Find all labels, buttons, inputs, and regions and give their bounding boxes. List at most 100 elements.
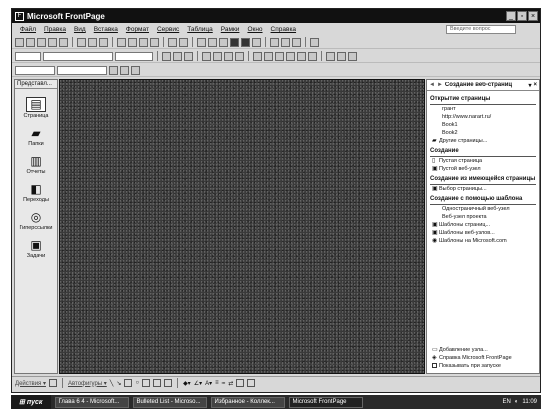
wordart-icon[interactable] xyxy=(153,379,162,387)
bullets-icon[interactable] xyxy=(286,51,295,61)
increase-font-icon[interactable] xyxy=(253,51,262,61)
tables-icon[interactable] xyxy=(120,65,129,75)
view-hyperlinks[interactable]: ◎ Гиперссылки xyxy=(15,211,57,232)
undo-icon[interactable] xyxy=(168,37,177,47)
language-indicator[interactable]: EN xyxy=(502,399,510,405)
frontpage-app-icon[interactable]: F xyxy=(15,11,24,21)
select-objects-icon[interactable] xyxy=(48,379,57,387)
menu-window[interactable]: Окно xyxy=(247,26,262,33)
align-right-icon[interactable] xyxy=(224,51,233,61)
draw-actions-menu[interactable]: Действия ▾ xyxy=(15,380,46,387)
menu-file[interactable]: Файл xyxy=(20,26,36,33)
line-tool-icon[interactable]: ╲ xyxy=(110,380,114,387)
align-center-icon[interactable] xyxy=(213,51,222,61)
insert-table-icon[interactable] xyxy=(208,37,217,47)
align-left-icon[interactable] xyxy=(202,51,211,61)
title-bar[interactable]: F Microsoft FrontPage _ ▫ × xyxy=(12,9,540,23)
highlight-color-icon[interactable] xyxy=(337,51,346,61)
autoshapes-menu[interactable]: Автофигуры ▾ xyxy=(68,380,107,387)
help-icon[interactable] xyxy=(310,37,319,47)
spelling-icon[interactable] xyxy=(99,37,108,47)
menu-view[interactable]: Вид xyxy=(74,26,86,33)
format-painter-icon[interactable] xyxy=(150,37,159,47)
toolbar-combo-small[interactable] xyxy=(15,65,55,75)
italic-icon[interactable] xyxy=(173,51,182,61)
font-size-combo[interactable] xyxy=(115,51,153,61)
start-button[interactable]: ⊞ пуск xyxy=(11,395,51,409)
rectangle-tool-icon[interactable] xyxy=(124,379,133,387)
font-color-draw-icon[interactable]: A▾ xyxy=(205,380,212,387)
template-link[interactable]: Одностраничный веб-узел xyxy=(430,205,536,213)
taskbar-task[interactable]: Глава 6 4 - Microsoft... xyxy=(54,396,129,408)
frontpage-help-link[interactable]: ◈ Справка Microsoft FrontPage xyxy=(430,354,538,362)
web-component-icon[interactable] xyxy=(197,37,206,47)
view-reports[interactable]: ▥ Отчеты xyxy=(15,155,57,176)
cut-icon[interactable] xyxy=(117,37,126,47)
font-combo[interactable] xyxy=(43,51,113,61)
microsoft-templates-link[interactable]: ◉ Шаблоны на Microsoft.com xyxy=(430,237,536,245)
font-color-icon[interactable] xyxy=(348,51,357,61)
decrease-font-icon[interactable] xyxy=(264,51,273,61)
task-pane-menu-icon[interactable]: ▾ xyxy=(528,82,531,89)
menu-frames[interactable]: Рамки xyxy=(221,26,240,33)
3d-icon[interactable] xyxy=(247,379,256,387)
editor-workspace[interactable] xyxy=(59,79,425,374)
fill-color-icon[interactable]: ◆▾ xyxy=(183,380,191,387)
recent-file-link[interactable]: http://www.narart.ru/ xyxy=(430,113,536,121)
folder-list-icon[interactable] xyxy=(59,37,68,47)
task-pane-close-icon[interactable]: × xyxy=(533,82,537,88)
arrow-tool-icon[interactable]: ↘ xyxy=(116,380,121,387)
site-templates-link[interactable]: ▣Шаблоны веб-узлов... xyxy=(430,229,536,237)
insert-picture-icon[interactable] xyxy=(230,37,239,47)
blank-site-link[interactable]: ▣Пустой веб-узел xyxy=(430,165,536,173)
menu-table[interactable]: Таблица xyxy=(187,26,213,33)
borders-icon[interactable] xyxy=(326,51,335,61)
open-icon[interactable] xyxy=(26,37,35,47)
close-button[interactable]: × xyxy=(528,11,538,21)
hyperlink-icon[interactable] xyxy=(252,37,261,47)
view-tasks[interactable]: ▣ Задачи xyxy=(15,239,57,260)
justify-icon[interactable] xyxy=(235,51,244,61)
template-link[interactable]: Веб-узел проекта xyxy=(430,213,536,221)
picture-tool-icon[interactable] xyxy=(164,379,173,387)
blank-page-link[interactable]: ▯ Пустая страница xyxy=(430,157,536,165)
views-bar-header[interactable]: Представл... xyxy=(15,80,57,89)
bold-icon[interactable] xyxy=(162,51,171,61)
choose-page-link[interactable]: ▣Выбор страницы... xyxy=(430,185,536,193)
oval-tool-icon[interactable]: ○ xyxy=(135,380,139,386)
paste-icon[interactable] xyxy=(139,37,148,47)
positioning-icon[interactable] xyxy=(109,65,118,75)
view-page[interactable]: ▤ Страница xyxy=(15,97,57,119)
help-question-input[interactable]: Введите вопрос xyxy=(446,25,516,34)
refresh-icon[interactable] xyxy=(270,37,279,47)
print-icon[interactable] xyxy=(77,37,86,47)
recent-file-link[interactable]: Book2 xyxy=(430,129,536,137)
underline-icon[interactable] xyxy=(184,51,193,61)
taskbar-task-active[interactable]: Microsoft FrontPage xyxy=(288,396,363,408)
save-icon[interactable] xyxy=(37,37,46,47)
pictures-icon[interactable] xyxy=(131,65,140,75)
dash-style-icon[interactable]: ┅ xyxy=(222,380,226,387)
tray-icon[interactable]: ◐ xyxy=(515,399,519,405)
line-style-icon[interactable]: ≡ xyxy=(215,380,219,386)
menu-tools[interactable]: Сервис xyxy=(157,26,179,33)
redo-icon[interactable] xyxy=(179,37,188,47)
menu-edit[interactable]: Правка xyxy=(44,26,66,33)
decrease-indent-icon[interactable] xyxy=(297,51,306,61)
arrow-style-icon[interactable]: ⇄ xyxy=(228,380,233,387)
copy-icon[interactable] xyxy=(128,37,137,47)
recent-file-link[interactable]: грант xyxy=(430,105,536,113)
show-all-icon[interactable] xyxy=(292,37,301,47)
drawing-icon[interactable] xyxy=(241,37,250,47)
insert-layer-icon[interactable] xyxy=(219,37,228,47)
taskbar-task[interactable]: Избранное - Коллек... xyxy=(210,396,285,408)
page-templates-link[interactable]: ▣Шаблоны страниц... xyxy=(430,221,536,229)
forward-arrow-icon[interactable]: ► xyxy=(437,82,443,88)
line-color-icon[interactable]: ∠▾ xyxy=(194,380,202,387)
more-pages-link[interactable]: ▰ Другие страницы... xyxy=(430,137,536,145)
minimize-button[interactable]: _ xyxy=(506,11,516,21)
textbox-tool-icon[interactable] xyxy=(142,379,151,387)
style-combo[interactable] xyxy=(15,51,41,61)
toolbar-combo-medium[interactable] xyxy=(57,65,107,75)
shadow-icon[interactable] xyxy=(236,379,245,387)
